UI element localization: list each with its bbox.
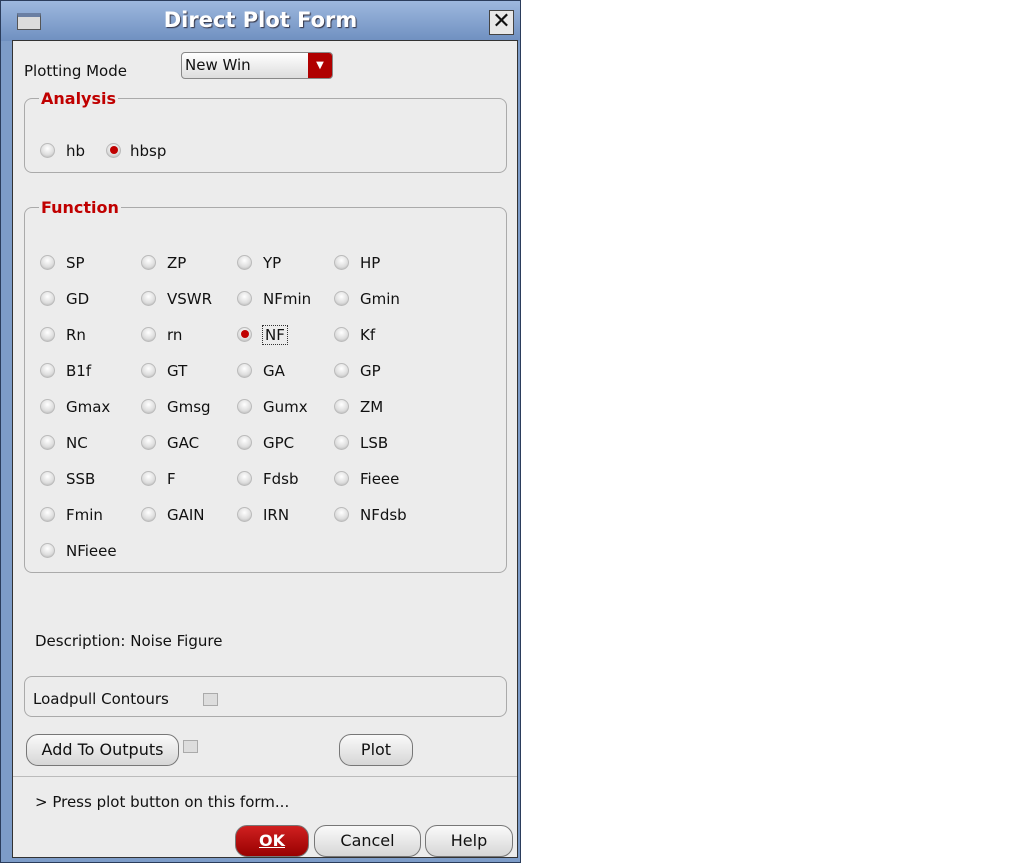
radio-sp-label: SP bbox=[66, 254, 85, 272]
radio-hb[interactable] bbox=[40, 143, 55, 158]
close-button[interactable]: ✕ bbox=[489, 10, 514, 35]
radio-sp[interactable] bbox=[40, 255, 55, 270]
radio-fdsb[interactable] bbox=[237, 471, 252, 486]
radio-vswr-label: VSWR bbox=[167, 290, 213, 308]
add-to-outputs-checkbox[interactable] bbox=[183, 740, 198, 753]
radio-fieee-label: Fieee bbox=[360, 470, 400, 488]
radio-gmin[interactable] bbox=[334, 291, 349, 306]
radio-irn-label: IRN bbox=[263, 506, 290, 524]
radio-lsb[interactable] bbox=[334, 435, 349, 450]
radio-zp-label: ZP bbox=[167, 254, 187, 272]
radio-fmin[interactable] bbox=[40, 507, 55, 522]
radio-gmax[interactable] bbox=[40, 399, 55, 414]
radio-vswr[interactable] bbox=[141, 291, 156, 306]
radio-nf[interactable] bbox=[237, 327, 252, 342]
radio-gac[interactable] bbox=[141, 435, 156, 450]
radio-kf-label: Kf bbox=[360, 326, 376, 344]
radio-fmin-label: Fmin bbox=[66, 506, 103, 524]
radio-gd[interactable] bbox=[40, 291, 55, 306]
radio-gt[interactable] bbox=[141, 363, 156, 378]
radio-gp-label: GP bbox=[360, 362, 381, 380]
plot-button[interactable]: Plot bbox=[339, 734, 413, 766]
description-text: Description: Noise Figure bbox=[35, 632, 223, 650]
radio-lsb-label: LSB bbox=[360, 434, 389, 452]
radio-hp-label: HP bbox=[360, 254, 381, 272]
radio-gp[interactable] bbox=[334, 363, 349, 378]
radio-gd-label: GD bbox=[66, 290, 90, 308]
radio-hb-label: hb bbox=[66, 142, 86, 160]
radio-b1f[interactable] bbox=[40, 363, 55, 378]
radio-yp-label: YP bbox=[263, 254, 282, 272]
plotting-mode-label: Plotting Mode bbox=[24, 62, 127, 80]
radio-ssb-label: SSB bbox=[66, 470, 96, 488]
radio-gmax-label: Gmax bbox=[66, 398, 111, 416]
radio-fdsb-label: Fdsb bbox=[263, 470, 299, 488]
radio-rn-label: rn bbox=[167, 326, 183, 344]
cancel-button[interactable]: Cancel bbox=[314, 825, 421, 857]
analysis-title: Analysis bbox=[39, 89, 119, 108]
radio-hp[interactable] bbox=[334, 255, 349, 270]
chevron-down-icon: ▼ bbox=[308, 53, 332, 78]
radio-fieee[interactable] bbox=[334, 471, 349, 486]
radio-hbsp[interactable] bbox=[106, 143, 121, 158]
title-bar[interactable]: Direct Plot Form ✕ bbox=[1, 1, 520, 41]
radio-f-label: F bbox=[167, 470, 176, 488]
radio-zp[interactable] bbox=[141, 255, 156, 270]
radio-gmsg-label: Gmsg bbox=[167, 398, 211, 416]
radio-hbsp-label: hbsp bbox=[130, 142, 167, 160]
ok-button[interactable]: OK bbox=[235, 825, 309, 857]
analysis-group: Analysis hb hbsp bbox=[24, 89, 507, 173]
radio-yp[interactable] bbox=[237, 255, 252, 270]
radio-nc-label: NC bbox=[66, 434, 88, 452]
plotting-mode-select[interactable]: New Win ▼ bbox=[181, 52, 333, 79]
divider bbox=[13, 776, 517, 777]
function-title: Function bbox=[39, 198, 121, 217]
radio-gac-label: GAC bbox=[167, 434, 200, 452]
radio-gumx[interactable] bbox=[237, 399, 252, 414]
radio-gpc-label: GPC bbox=[263, 434, 295, 452]
radio-ssb[interactable] bbox=[40, 471, 55, 486]
direct-plot-form-window: Direct Plot Form ✕ Plotting Mode New Win… bbox=[0, 0, 521, 863]
add-to-outputs-button[interactable]: Add To Outputs bbox=[26, 734, 179, 766]
radio-nc[interactable] bbox=[40, 435, 55, 450]
radio-b1f-label: B1f bbox=[66, 362, 92, 380]
radio-gmsg[interactable] bbox=[141, 399, 156, 414]
loadpull-label: Loadpull Contours bbox=[33, 690, 169, 708]
radio-rn[interactable] bbox=[141, 327, 156, 342]
radio-ga-label: GA bbox=[263, 362, 285, 380]
loadpull-group: Loadpull Contours bbox=[24, 676, 507, 717]
radio-zm[interactable] bbox=[334, 399, 349, 414]
radio-nf-label: NF bbox=[262, 325, 288, 345]
radio-f[interactable] bbox=[141, 471, 156, 486]
radio-gt-label: GT bbox=[167, 362, 188, 380]
radio-gain-label: GAIN bbox=[167, 506, 205, 524]
radio-irn[interactable] bbox=[237, 507, 252, 522]
radio-nfdsb-label: NFdsb bbox=[360, 506, 407, 524]
window-title: Direct Plot Form bbox=[163, 8, 358, 32]
radio-ga[interactable] bbox=[237, 363, 252, 378]
radio-nfmin[interactable] bbox=[237, 291, 252, 306]
function-group: Function SP ZP YP HP GD VSWR NFmin Gmin Rn rn NF Kf… bbox=[24, 198, 507, 573]
radio-zm-label: ZM bbox=[360, 398, 384, 416]
radio-gumx-label: Gumx bbox=[263, 398, 308, 416]
form-body: Plotting Mode New Win ▼ Analysis hb hbsp… bbox=[12, 40, 518, 858]
radio-nfmin-label: NFmin bbox=[263, 290, 312, 308]
status-text: > Press plot button on this form... bbox=[35, 793, 290, 811]
radio-nfdsb[interactable] bbox=[334, 507, 349, 522]
loadpull-checkbox[interactable] bbox=[203, 693, 218, 706]
radio-gpc[interactable] bbox=[237, 435, 252, 450]
radio-rn[interactable] bbox=[40, 327, 55, 342]
help-button[interactable]: Help bbox=[425, 825, 513, 857]
radio-kf[interactable] bbox=[334, 327, 349, 342]
radio-nfieee-label: NFieee bbox=[66, 542, 117, 560]
radio-rn-label: Rn bbox=[66, 326, 86, 344]
radio-nfieee[interactable] bbox=[40, 543, 55, 558]
radio-gain[interactable] bbox=[141, 507, 156, 522]
plotting-mode-value: New Win bbox=[185, 56, 251, 74]
radio-gmin-label: Gmin bbox=[360, 290, 400, 308]
